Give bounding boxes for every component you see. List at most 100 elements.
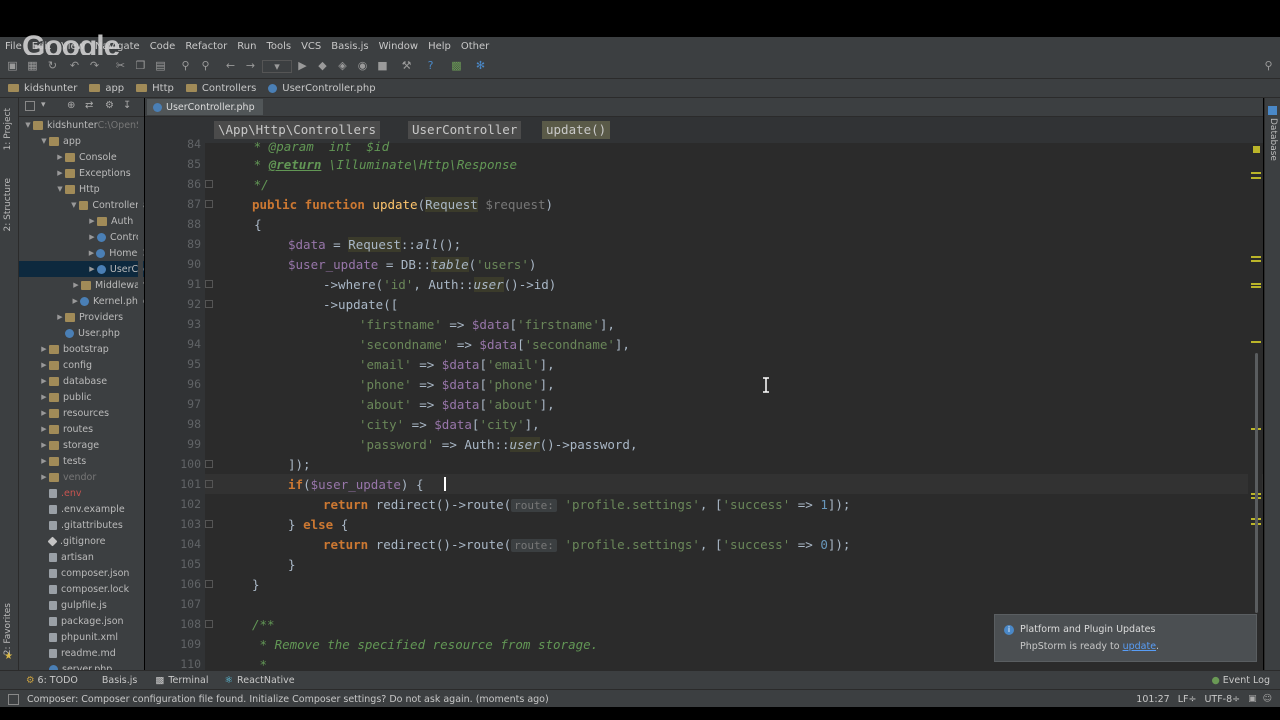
open-folder-icon[interactable]: ▣ (6, 60, 19, 72)
project-dropdown-icon[interactable]: ▾ (41, 100, 46, 110)
breadcrumb-namespace[interactable]: \App\Http\Controllers (214, 121, 381, 139)
tree-item[interactable]: phpunit.xml (19, 629, 144, 645)
paste-icon[interactable]: ▤ (154, 60, 167, 72)
collapsed-arrow-icon[interactable]: ▶ (87, 233, 97, 241)
editor-scrollbar-thumb[interactable] (1255, 353, 1258, 613)
terminal-tool-tab[interactable]: ▩ Terminal (155, 675, 208, 686)
tree-item[interactable]: ▼ Controllers (19, 197, 144, 213)
basisjs-tool-tab[interactable]: Basis.js (102, 675, 138, 686)
warning-mark[interactable] (1251, 341, 1261, 343)
nav-crumb-app[interactable]: app (81, 83, 128, 94)
status-message[interactable]: Composer: Composer configuration file fo… (27, 694, 549, 705)
cut-icon[interactable]: ✂ (114, 60, 127, 72)
collapse-all-icon[interactable]: ⇄ (85, 100, 93, 111)
collapsed-arrow-icon[interactable]: ▶ (39, 345, 49, 353)
warning-mark[interactable] (1251, 177, 1261, 179)
tree-item[interactable]: User.php (19, 325, 144, 341)
tree-item[interactable]: ▶ Middlewar (19, 277, 144, 293)
inspection-status-icon[interactable] (1253, 146, 1260, 153)
collapsed-arrow-icon[interactable]: ▶ (39, 393, 49, 401)
warning-mark[interactable] (1251, 256, 1261, 258)
copy-icon[interactable]: ❐ (134, 60, 147, 72)
tree-item[interactable]: ▶ Console (19, 149, 144, 165)
event-log-tool-tab[interactable]: ● Event Log (1212, 675, 1271, 686)
tree-item[interactable]: ▶ resources (19, 405, 144, 421)
redo-icon[interactable]: ↷ (88, 60, 101, 72)
tree-item[interactable]: ▶ bootstrap (19, 341, 144, 357)
tree-item[interactable]: ▶ database (19, 373, 144, 389)
nav-crumb-controllers[interactable]: Controllers (178, 83, 260, 94)
debug-icon[interactable]: ◆ (316, 60, 329, 72)
lock-icon[interactable]: ▣ (1248, 694, 1257, 704)
menu-refactor[interactable]: Refactor (180, 41, 232, 52)
collapsed-arrow-icon[interactable]: ▶ (70, 297, 80, 305)
sync-icon[interactable]: ↻ (46, 60, 59, 72)
replace-icon[interactable]: ⚲ (199, 60, 212, 72)
tree-item[interactable]: ▼ Http (19, 181, 144, 197)
fold-marker-icon[interactable] (205, 460, 213, 468)
plugin-icon[interactable]: ✻ (474, 60, 487, 72)
tree-item[interactable]: ▶ Auth (19, 213, 144, 229)
collapsed-arrow-icon[interactable]: ▶ (39, 377, 49, 385)
find-icon[interactable]: ⚲ (179, 60, 192, 72)
project-tool-tab[interactable]: 1: Project (3, 108, 13, 150)
update-link[interactable]: update (1123, 641, 1156, 652)
breadcrumb-class[interactable]: UserController (408, 121, 522, 139)
menu-window[interactable]: Window (374, 41, 423, 52)
reactnative-tool-tab[interactable]: ⚛ ReactNative (225, 675, 295, 686)
tree-item[interactable]: ▶ public (19, 389, 144, 405)
warning-mark[interactable] (1251, 172, 1261, 174)
coverage-icon[interactable]: ◈ (336, 60, 349, 72)
hide-panel-icon[interactable]: ↧ (123, 100, 131, 111)
tree-item[interactable]: composer.json (19, 565, 144, 581)
vcs-icon[interactable]: ▩ (450, 60, 463, 72)
collapsed-arrow-icon[interactable]: ▶ (86, 249, 96, 257)
collapsed-arrow-icon[interactable]: ▶ (71, 281, 81, 289)
collapsed-arrow-icon[interactable]: ▶ (87, 217, 97, 225)
caret-position[interactable]: 101:27 (1136, 694, 1169, 705)
tree-item[interactable]: gulpfile.js (19, 597, 144, 613)
file-encoding[interactable]: UTF-8÷ (1204, 694, 1240, 705)
tree-item[interactable]: ▶ UserCo (19, 261, 144, 277)
structure-tool-tab[interactable]: 2: Structure (3, 178, 13, 232)
menu-vcs[interactable]: VCS (296, 41, 326, 52)
collapsed-arrow-icon[interactable]: ▶ (55, 153, 65, 161)
tree-item[interactable]: .env.example (19, 501, 144, 517)
tree-item[interactable]: server.php (19, 661, 144, 670)
settings-wrench-icon[interactable]: ⚒ (400, 60, 413, 72)
gear-icon[interactable]: ⚙ (105, 100, 114, 111)
todo-tool-tab[interactable]: ⚙ 6: TODO (26, 675, 78, 686)
tree-item[interactable]: ▶ Kernel.php (19, 293, 144, 309)
scroll-from-source-icon[interactable]: ⊕ (67, 100, 75, 111)
tree-item[interactable]: .gitattributes (19, 517, 144, 533)
menu-code[interactable]: Code (145, 41, 181, 52)
fold-marker-icon[interactable] (205, 300, 213, 308)
tree-item[interactable]: artisan (19, 549, 144, 565)
database-tool-tab[interactable]: Database (1268, 118, 1278, 161)
expanded-arrow-icon[interactable]: ▼ (39, 137, 49, 145)
collapsed-arrow-icon[interactable]: ▶ (87, 265, 97, 273)
expanded-arrow-icon[interactable]: ▼ (69, 201, 79, 209)
expanded-arrow-icon[interactable]: ▼ (23, 121, 33, 129)
fold-marker-icon[interactable] (205, 200, 213, 208)
warning-mark[interactable] (1251, 286, 1261, 288)
tree-item[interactable]: ▶ vendor (19, 469, 144, 485)
fold-marker-icon[interactable] (205, 620, 213, 628)
collapsed-arrow-icon[interactable]: ▶ (39, 425, 49, 433)
run-config-dropdown[interactable]: ▾ (262, 60, 292, 73)
fold-marker-icon[interactable] (205, 480, 213, 488)
tree-item[interactable]: .env (19, 485, 144, 501)
fold-marker-icon[interactable] (205, 180, 213, 188)
menu-tools[interactable]: Tools (261, 41, 296, 52)
tree-item[interactable]: ▶ HomeC (19, 245, 144, 261)
tree-item[interactable]: ▶ config (19, 357, 144, 373)
fold-marker-icon[interactable] (205, 280, 213, 288)
run-icon[interactable]: ▶ (296, 60, 309, 72)
undo-icon[interactable]: ↶ (68, 60, 81, 72)
tree-item[interactable]: ▶ storage (19, 437, 144, 453)
stop-icon[interactable]: ■ (376, 60, 389, 72)
breadcrumb-method[interactable]: update() (542, 121, 611, 139)
tree-item[interactable]: ▼ kidshunter C:\OpenS (19, 117, 144, 133)
warning-mark[interactable] (1251, 260, 1261, 262)
inspector-icon[interactable]: ☺ (1263, 694, 1272, 704)
